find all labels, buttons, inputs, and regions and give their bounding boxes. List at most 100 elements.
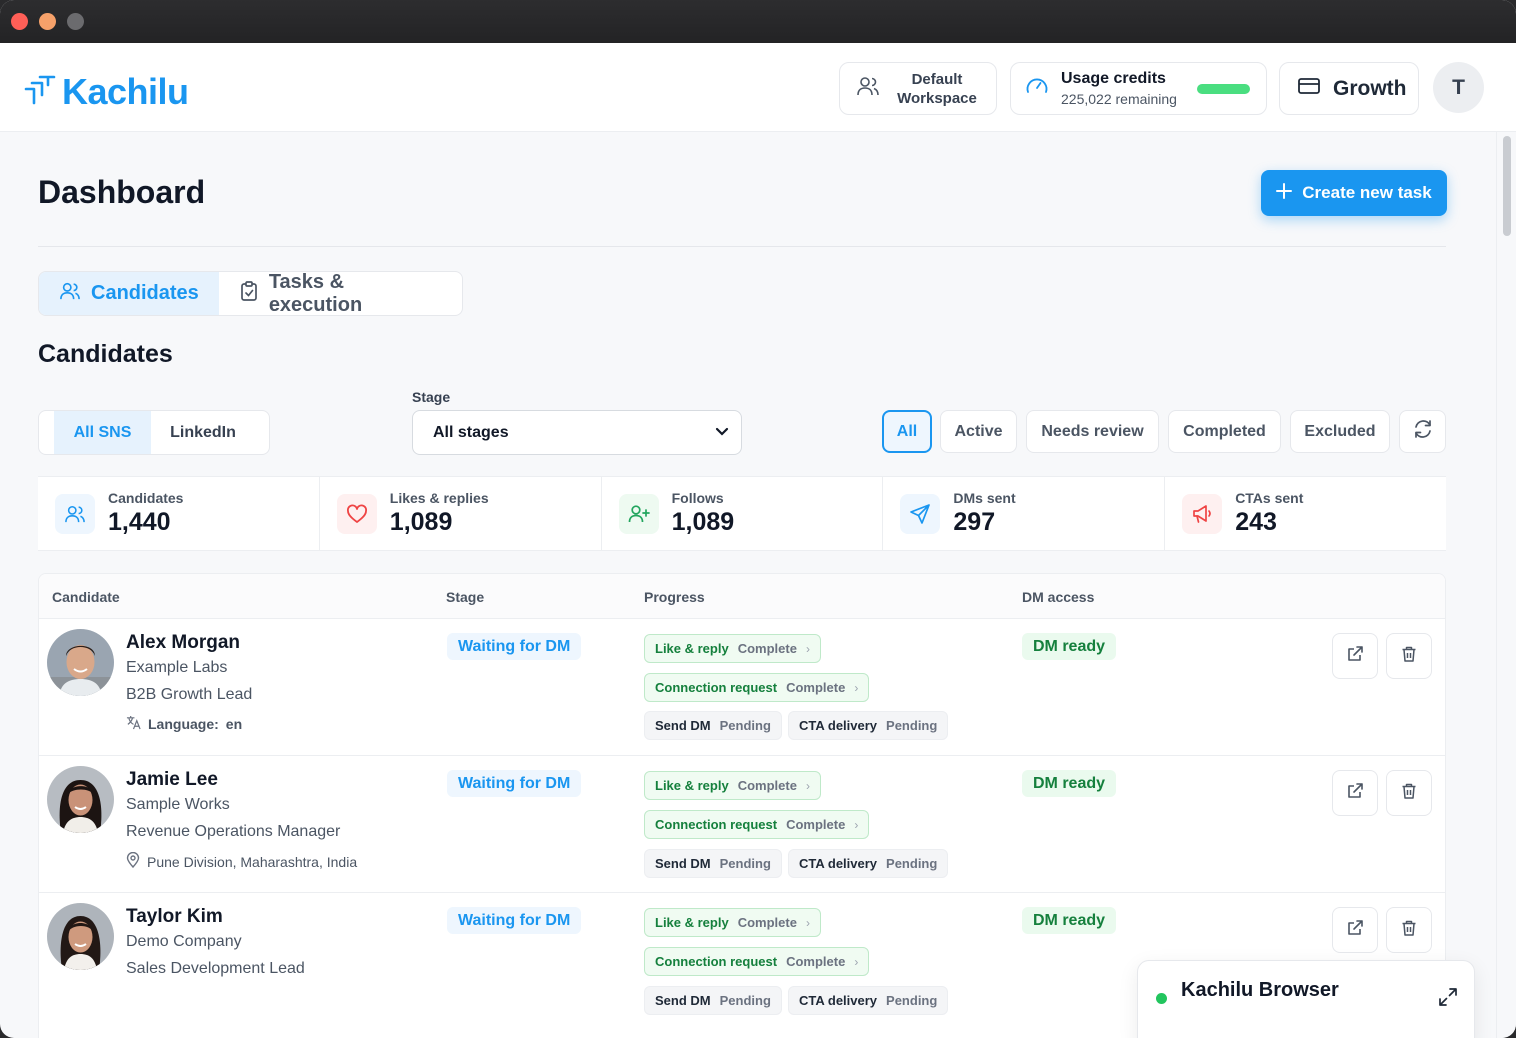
zoom-window-button[interactable]: [67, 13, 84, 30]
progress-chip[interactable]: CTA delivery Pending: [788, 711, 949, 740]
column-header-progress[interactable]: Progress: [644, 589, 705, 605]
column-header-candidate[interactable]: Candidate: [52, 589, 120, 605]
progress-chip[interactable]: Like & reply Complete ›: [644, 634, 821, 663]
workspace-switcher[interactable]: Default Workspace: [839, 62, 997, 115]
chevron-down-icon: [715, 424, 729, 442]
progress-step-status: Pending: [719, 993, 771, 1008]
progress-step-label: Like & reply: [655, 641, 729, 656]
logo[interactable]: Kachilu: [24, 71, 189, 113]
progress-step-label: CTA delivery: [799, 856, 878, 871]
stage-badge: Waiting for DM: [447, 770, 582, 797]
candidate-company: Example Labs: [126, 659, 228, 676]
delete-candidate-button[interactable]: [1386, 770, 1432, 816]
top-bar: Kachilu Default Workspace Usage credits …: [0, 43, 1516, 132]
sns-filter: All SNS LinkedIn: [38, 410, 270, 455]
users-icon: [55, 493, 95, 534]
progress-step-status: Complete: [737, 778, 797, 793]
main-content: Dashboard Create new task Candidates Tas…: [0, 132, 1496, 1038]
filter-completed[interactable]: Completed: [1168, 410, 1281, 453]
sns-option-all[interactable]: All SNS: [54, 411, 151, 454]
tab-label: Candidates: [91, 282, 199, 304]
browser-panel[interactable]: Kachilu Browser: [1137, 960, 1475, 1038]
trash-icon: [1400, 782, 1418, 805]
progress-chip[interactable]: Connection request Complete ›: [644, 810, 870, 839]
progress-chip[interactable]: Send DM Pending: [644, 711, 782, 740]
credit-card-icon: [1297, 76, 1321, 101]
stage-filter-label: Stage: [412, 389, 451, 405]
stat-label: CTAs sent: [1235, 490, 1304, 506]
progress-chip[interactable]: Send DM Pending: [644, 849, 782, 878]
progress-step-status: Complete: [786, 954, 846, 969]
scrollbar-thumb[interactable]: [1503, 136, 1511, 236]
filter-excluded[interactable]: Excluded: [1290, 410, 1390, 453]
progress-chip[interactable]: Connection request Complete ›: [644, 947, 870, 976]
stage-badge: Waiting for DM: [447, 633, 582, 660]
create-task-label: Create new task: [1302, 183, 1432, 202]
delete-candidate-button[interactable]: [1386, 907, 1432, 953]
minimize-window-button[interactable]: [39, 13, 56, 30]
column-header-stage[interactable]: Stage: [446, 589, 484, 605]
stat-label: DMs sent: [953, 490, 1016, 506]
stat-candidates: Candidates 1,440: [38, 477, 320, 550]
stat-follows: Follows 1,089: [602, 477, 884, 550]
progress-step-status: Complete: [786, 680, 846, 695]
language-label: Language:: [148, 716, 219, 732]
stat-label: Likes & replies: [389, 490, 489, 506]
section-title: Candidates: [38, 340, 173, 368]
tab-tasks-execution[interactable]: Tasks & execution: [219, 272, 462, 315]
filter-needs-review[interactable]: Needs review: [1026, 410, 1159, 453]
logo-mark-icon: [24, 75, 56, 110]
expand-button[interactable]: [1438, 987, 1458, 1012]
chevron-right-icon: ›: [854, 817, 859, 832]
translate-icon: [126, 715, 141, 733]
plan-button[interactable]: Growth: [1279, 62, 1419, 115]
delete-candidate-button[interactable]: [1386, 633, 1432, 679]
open-profile-button[interactable]: [1332, 633, 1378, 679]
create-task-button[interactable]: Create new task: [1261, 170, 1447, 216]
filter-all[interactable]: All: [882, 410, 932, 453]
column-header-dm-access[interactable]: DM access: [1022, 589, 1094, 605]
candidate-name[interactable]: Jamie Lee: [126, 769, 218, 791]
tab-candidates[interactable]: Candidates: [39, 272, 219, 315]
usage-credits[interactable]: Usage credits 225,022 remaining: [1010, 62, 1267, 115]
gauge-icon: [1025, 75, 1049, 102]
logo-text: Kachilu: [62, 71, 189, 112]
trash-icon: [1400, 919, 1418, 942]
progress-step-label: Like & reply: [655, 915, 729, 930]
stat-value: 243: [1235, 508, 1277, 536]
candidate-name[interactable]: Alex Morgan: [126, 632, 240, 654]
candidate-name[interactable]: Taylor Kim: [126, 906, 223, 928]
progress-chip[interactable]: Like & reply Complete ›: [644, 771, 821, 800]
close-window-button[interactable]: [11, 13, 28, 30]
candidate-title: Revenue Operations Manager: [126, 823, 341, 840]
filter-active[interactable]: Active: [940, 410, 1017, 453]
candidate-company: Sample Works: [126, 796, 230, 813]
stat-value: 1,089: [389, 508, 453, 536]
candidate-avatar: [47, 629, 114, 696]
progress-chip[interactable]: Send DM Pending: [644, 986, 782, 1015]
progress-chip[interactable]: Like & reply Complete ›: [644, 908, 821, 937]
vertical-scrollbar[interactable]: [1496, 132, 1516, 1038]
progress-step-label: Send DM: [655, 856, 711, 871]
progress-step-status: Complete: [737, 641, 797, 656]
sns-option-linkedin[interactable]: LinkedIn: [151, 411, 255, 454]
open-profile-button[interactable]: [1332, 770, 1378, 816]
progress-chip[interactable]: Connection request Complete ›: [644, 673, 870, 702]
app-window: Kachilu Default Workspace Usage credits …: [0, 0, 1516, 1038]
open-profile-button[interactable]: [1332, 907, 1378, 953]
expand-icon: [1438, 988, 1458, 1011]
chevron-right-icon: ›: [805, 778, 810, 793]
progress-chip[interactable]: CTA delivery Pending: [788, 849, 949, 878]
heart-icon: [336, 493, 377, 534]
user-avatar[interactable]: T: [1433, 62, 1484, 113]
stage-select[interactable]: All stages: [412, 410, 742, 455]
user-plus-icon: [618, 493, 659, 534]
chevron-right-icon: ›: [854, 954, 859, 969]
table-row[interactable]: Alex Morgan Example Labs B2B Growth Lead…: [39, 619, 1445, 756]
location-pin-icon: [126, 851, 140, 871]
table-row[interactable]: Jamie Lee Sample Works Revenue Operation…: [39, 756, 1445, 893]
refresh-button[interactable]: [1399, 410, 1446, 453]
credits-progress-bar: [1197, 84, 1250, 94]
trash-icon: [1400, 645, 1418, 668]
progress-chip[interactable]: CTA delivery Pending: [788, 986, 949, 1015]
